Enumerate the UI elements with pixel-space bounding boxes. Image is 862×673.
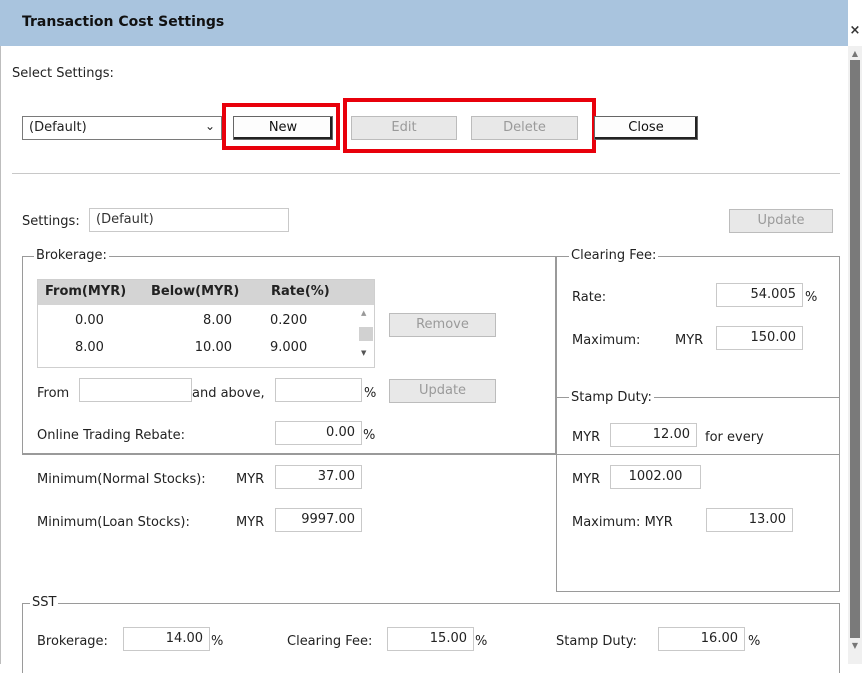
- row-2-below[interactable]: 10.00: [160, 340, 232, 355]
- settings-dropdown[interactable]: (Default) ⌄: [22, 116, 222, 140]
- row-2-from[interactable]: 8.00: [75, 340, 104, 355]
- column-header-from: From(MYR): [45, 284, 127, 299]
- table-scroll-up-icon[interactable]: ▲: [361, 309, 366, 317]
- stamp-max-label: Maximum: MYR: [572, 515, 673, 530]
- scrollbar-thumb[interactable]: [850, 60, 860, 638]
- delete-button[interactable]: Delete: [471, 116, 578, 140]
- new-button[interactable]: New: [233, 116, 333, 140]
- update-brokerage-button[interactable]: Update: [389, 379, 496, 403]
- remove-button[interactable]: Remove: [389, 313, 496, 337]
- close-icon[interactable]: ×: [848, 0, 862, 46]
- from-input[interactable]: [79, 378, 192, 402]
- table-scroll-down-icon[interactable]: ▼: [361, 349, 366, 357]
- from-label: From: [37, 386, 70, 401]
- table-scroll-thumb[interactable]: [359, 327, 373, 341]
- clearing-rate-percent: %: [805, 290, 818, 305]
- window-title: Transaction Cost Settings: [22, 14, 225, 30]
- min-normal-label: Minimum(Normal Stocks):: [37, 472, 206, 487]
- close-button[interactable]: Close: [594, 116, 698, 140]
- column-header-below: Below(MYR): [151, 284, 240, 299]
- sst-brokerage-field[interactable]: 14.00: [123, 627, 210, 651]
- min-loan-currency: MYR: [236, 515, 265, 530]
- row-1-rate[interactable]: 0.200: [270, 313, 307, 328]
- settings-name-field[interactable]: (Default): [89, 208, 289, 232]
- stamp-max-field[interactable]: 13.00: [706, 508, 793, 532]
- min-normal-field[interactable]: 37.00: [275, 465, 362, 489]
- sst-legend: SST: [30, 595, 59, 610]
- and-above-label: and above,: [192, 386, 265, 401]
- sst-stamp-label: Stamp Duty:: [556, 634, 637, 649]
- min-loan-label: Minimum(Loan Stocks):: [37, 515, 190, 530]
- select-settings-label: Select Settings:: [12, 66, 114, 81]
- online-rebate-label: Online Trading Rebate:: [37, 428, 186, 443]
- sst-brokerage-percent: %: [211, 634, 224, 649]
- settings-label: Settings:: [22, 214, 80, 229]
- brokerage-legend: Brokerage:: [34, 248, 109, 263]
- clearing-rate-label: Rate:: [572, 290, 607, 305]
- row-1-below[interactable]: 8.00: [160, 313, 232, 328]
- chevron-down-icon: ⌄: [204, 119, 215, 133]
- clearing-fee-legend: Clearing Fee:: [569, 248, 659, 263]
- online-rebate-percent: %: [363, 428, 376, 443]
- for-every-label: for every: [705, 430, 764, 445]
- online-rebate-field[interactable]: 0.00: [275, 421, 362, 445]
- stamp-value-1-field[interactable]: 12.00: [610, 423, 697, 447]
- clearing-max-label: Maximum:: [572, 333, 641, 348]
- separator: [12, 173, 840, 174]
- sst-brokerage-label: Brokerage:: [37, 634, 108, 649]
- brokerage-group-bottom: [22, 454, 556, 455]
- clearing-rate-field[interactable]: 54.005: [716, 283, 803, 307]
- row-2-rate[interactable]: 9.000: [270, 340, 307, 355]
- sst-clearing-field[interactable]: 15.00: [387, 627, 474, 651]
- min-normal-currency: MYR: [236, 472, 265, 487]
- scroll-down-icon[interactable]: ▼: [848, 640, 862, 652]
- clearing-max-field[interactable]: 150.00: [716, 326, 803, 350]
- update-settings-button[interactable]: Update: [729, 209, 833, 233]
- stamp-duty-legend: Stamp Duty:: [569, 390, 654, 405]
- sst-clearing-percent: %: [475, 634, 488, 649]
- stamp-currency-1: MYR: [572, 430, 601, 445]
- rate-input[interactable]: [275, 378, 362, 402]
- scroll-up-icon[interactable]: ▲: [848, 48, 862, 60]
- rate-percent-label: %: [364, 386, 377, 401]
- edit-button[interactable]: Edit: [351, 116, 457, 140]
- stamp-value-2-field[interactable]: 1002.00: [610, 465, 701, 489]
- stamp-currency-2: MYR: [572, 472, 601, 487]
- clearing-max-currency: MYR: [675, 333, 704, 348]
- sst-clearing-label: Clearing Fee:: [287, 634, 373, 649]
- stamp-duty-split: [556, 454, 840, 455]
- sst-stamp-percent: %: [748, 634, 761, 649]
- row-1-from[interactable]: 0.00: [75, 313, 104, 328]
- sst-stamp-field[interactable]: 16.00: [658, 627, 745, 651]
- min-loan-field[interactable]: 9997.00: [275, 508, 362, 532]
- column-header-rate: Rate(%): [271, 284, 330, 299]
- settings-dropdown-value: (Default): [29, 120, 87, 135]
